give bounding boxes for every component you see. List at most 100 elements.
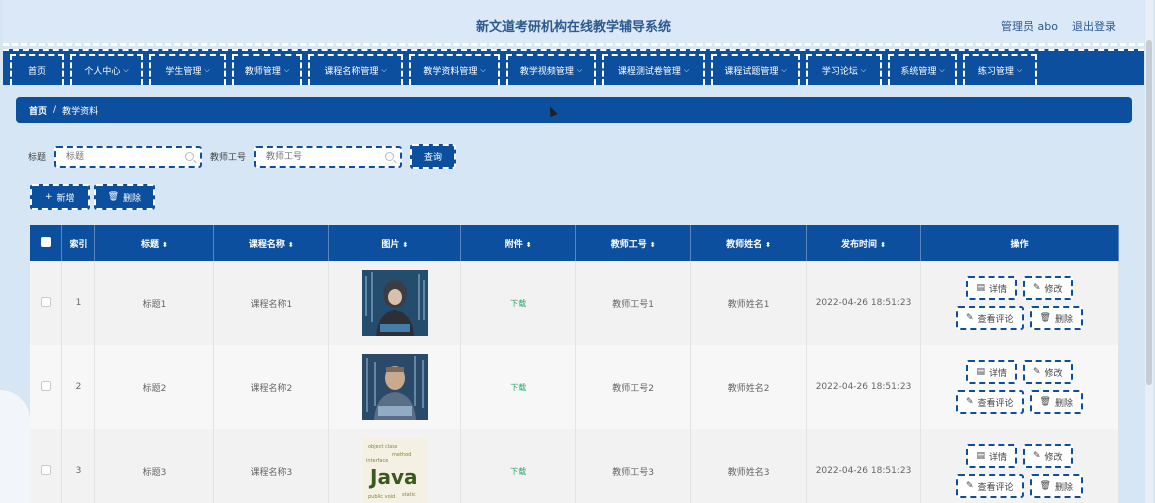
col-label: 教师工号 [610, 239, 647, 250]
nav-courses[interactable]: 课程名称管理 ⌵ [308, 54, 403, 85]
cell-teacher-name: 教师姓名1 [690, 261, 808, 345]
cell-actions: ▤ 详情 ✎ 修改 ✎ 查看评论 🗑 删除 [920, 261, 1120, 345]
col-image[interactable]: 图片 ⬍ [328, 225, 462, 261]
breadcrumb-separator: / [53, 105, 57, 115]
sort-icon[interactable]: ⬍ [880, 241, 886, 249]
row-checkbox[interactable] [40, 296, 51, 307]
current-user: 管理员 abo [1001, 20, 1058, 33]
view-comments-button[interactable]: ✎ 查看评论 [955, 306, 1024, 330]
material-thumbnail[interactable] [361, 354, 428, 420]
delete-label: 删除 [1054, 314, 1073, 325]
cell-teacher-name: 教师姓名3 [690, 429, 808, 503]
col-publish-time[interactable]: 发布时间 ⬍ [806, 225, 921, 261]
edit-icon: ✎ [965, 397, 974, 407]
material-thumbnail[interactable] [361, 270, 428, 336]
nav-system[interactable]: 系统管理 ⌵ [888, 54, 957, 85]
nav-home[interactable]: 首页 [10, 54, 64, 85]
batch-delete-button[interactable]: 🗑 删除 [93, 184, 156, 210]
edit-icon: ✎ [1032, 367, 1041, 377]
svg-text:interface: interface [366, 458, 388, 464]
row-select[interactable] [30, 261, 63, 345]
download-link[interactable]: 下载 [510, 383, 526, 392]
select-all-checkbox[interactable] [40, 236, 51, 247]
teacher-id-search-input[interactable] [256, 147, 401, 166]
cell-image [328, 261, 462, 345]
trash-icon: 🗑 [1039, 313, 1051, 323]
edit-button[interactable]: ✎ 修改 [1022, 360, 1073, 384]
edit-button[interactable]: ✎ 修改 [1022, 276, 1073, 300]
detail-label: 详情 [988, 452, 1007, 463]
view-comments-button[interactable]: ✎ 查看评论 [955, 474, 1024, 498]
title-label: 标题 [28, 153, 47, 163]
table-header-row: 索引 标题 ⬍ 课程名称 ⬍ 图片 ⬍ 附件 ⬍ 教师工号 ⬍ 教师姓名 ⬍ 发布时间 ⬍ 操… [30, 225, 1120, 261]
logout-link[interactable]: 退出登录 [1072, 18, 1116, 34]
download-link[interactable]: 下载 [510, 467, 526, 476]
download-link[interactable]: 下载 [510, 299, 526, 308]
select-all-header[interactable] [30, 225, 63, 261]
thumbnail-text: Java [368, 465, 417, 489]
delete-button[interactable]: 🗑 删除 [1029, 390, 1083, 414]
detail-button[interactable]: ▤ 详情 [966, 444, 1017, 468]
main-nav: 首页 个人中心 ⌵ 学生管理 ⌵ 教师管理 ⌵ 课程名称管理 ⌵ 教学资料管理 ⌵ 教学视… [3, 49, 1144, 85]
add-label: 新增 [56, 193, 75, 204]
sort-icon[interactable]: ⬍ [526, 241, 532, 249]
col-course[interactable]: 课程名称 ⬍ [213, 225, 330, 261]
sort-icon[interactable]: ⬍ [288, 241, 294, 249]
delete-button[interactable]: 🗑 删除 [1029, 474, 1083, 498]
row-select[interactable] [30, 345, 63, 429]
col-label: 课程名称 [248, 239, 285, 250]
title-search-input[interactable] [56, 147, 201, 166]
row-checkbox[interactable] [40, 464, 51, 475]
material-thumbnail[interactable]: object class method interface static public… [361, 438, 428, 503]
cell-course: 课程名称2 [213, 345, 330, 429]
row-checkbox[interactable] [40, 380, 51, 391]
materials-table: 索引 标题 ⬍ 课程名称 ⬍ 图片 ⬍ 附件 ⬍ 教师工号 ⬍ 教师姓名 ⬍ 发布时间 ⬍ 操… [30, 225, 1120, 503]
col-teacher-name[interactable]: 教师姓名 ⬍ [690, 225, 808, 261]
detail-button[interactable]: ▤ 详情 [966, 360, 1017, 384]
nav-forum[interactable]: 学习论坛 ⌵ [806, 54, 882, 85]
nav-videos[interactable]: 教学视频管理 ⌵ [506, 54, 596, 85]
cell-course: 课程名称1 [213, 261, 330, 345]
delete-button[interactable]: 🗑 删除 [1029, 306, 1083, 330]
edit-button[interactable]: ✎ 修改 [1022, 444, 1073, 468]
breadcrumb-home[interactable]: 首页 [29, 104, 47, 117]
sort-icon[interactable]: ⬍ [650, 241, 656, 249]
view-comments-button[interactable]: ✎ 查看评论 [955, 390, 1024, 414]
page-scrollbar[interactable] [1145, 0, 1153, 503]
comments-label: 查看评论 [977, 482, 1014, 493]
nav-materials[interactable]: 教学资料管理 ⌵ [409, 54, 500, 85]
row-select[interactable] [30, 429, 63, 503]
chevron-down-icon: ⌵ [283, 66, 290, 74]
detail-label: 详情 [988, 284, 1007, 295]
cell-teacher-id: 教师工号3 [575, 429, 692, 503]
nav-practice[interactable]: 练习管理 ⌵ [963, 54, 1037, 85]
add-button[interactable]: + 新增 [30, 184, 90, 210]
nav-label: 教师管理 [244, 67, 281, 77]
nav-tests[interactable]: 课程测试卷管理 ⌵ [602, 54, 705, 85]
query-button[interactable]: 查询 [410, 144, 457, 169]
search-bar: 标题 教师工号 查询 [28, 144, 457, 169]
title-search-field[interactable] [54, 145, 203, 168]
scrollbar-thumb[interactable] [1146, 40, 1152, 385]
sort-icon[interactable]: ⬍ [162, 241, 168, 249]
nav-personal[interactable]: 个人中心 ⌵ [70, 54, 143, 85]
nav-label: 个人中心 [84, 67, 121, 77]
nav-teachers[interactable]: 教师管理 ⌵ [232, 54, 302, 85]
col-label: 教师姓名 [726, 239, 763, 250]
chevron-down-icon: ⌵ [1016, 66, 1023, 74]
col-index: 索引 [61, 225, 96, 261]
nav-label: 学习论坛 [821, 67, 858, 77]
col-teacher-id[interactable]: 教师工号 ⬍ [575, 225, 692, 261]
teacher-id-search-field[interactable] [254, 145, 403, 168]
sort-icon[interactable]: ⬍ [402, 241, 408, 249]
search-icon [385, 151, 395, 161]
nav-students[interactable]: 学生管理 ⌵ [149, 54, 226, 85]
sort-icon[interactable]: ⬍ [765, 241, 771, 249]
col-actions: 操作 [920, 225, 1120, 261]
detail-button[interactable]: ▤ 详情 [966, 276, 1017, 300]
col-attachment[interactable]: 附件 ⬍ [460, 225, 577, 261]
col-title[interactable]: 标题 ⬍ [94, 225, 215, 261]
cell-title: 标题1 [94, 261, 215, 345]
table-row: 1 标题1 课程名称1 下载 教师工号1 教师姓名1 2022-04-26 18… [30, 261, 1120, 345]
nav-questions[interactable]: 课程试题管理 ⌵ [711, 54, 800, 85]
